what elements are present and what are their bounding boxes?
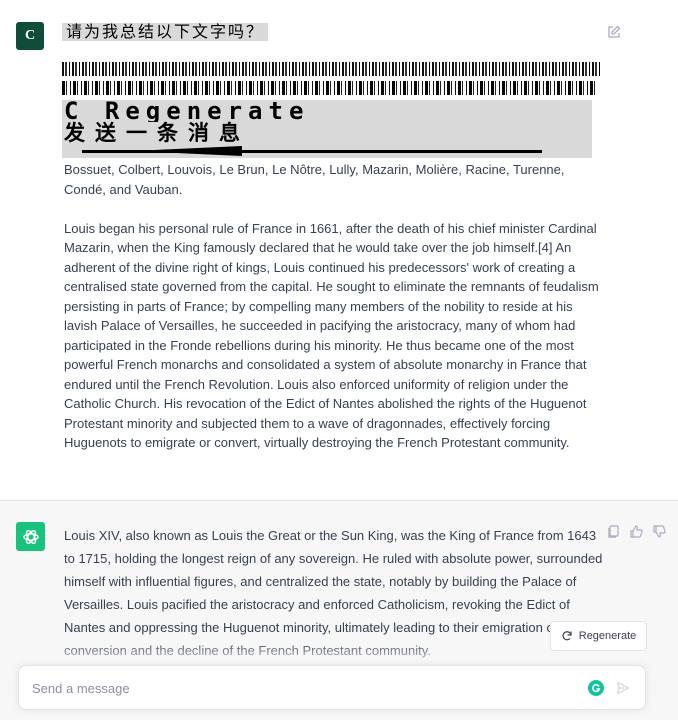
copy-icon[interactable] (606, 524, 621, 539)
send-icon[interactable] (616, 681, 630, 695)
thumbs-down-icon[interactable] (652, 524, 667, 539)
edit-icon[interactable] (606, 24, 622, 40)
user-message-body: Bossuet, Colbert, Louvois, Le Brun, Le N… (64, 160, 604, 472)
overlay-stripe (62, 144, 592, 158)
garbled-text-block: C Regenerate 发送一条消息 (62, 62, 600, 158)
overlay-send-text: 发送一条消息 (62, 122, 592, 144)
grammarly-icon[interactable] (588, 680, 604, 696)
garbled-line (62, 62, 600, 76)
message-input[interactable] (32, 678, 572, 698)
refresh-icon (562, 631, 572, 641)
assistant-avatar (16, 522, 45, 551)
regenerate-label: Regenerate (578, 630, 637, 642)
user-avatar-letter: C (24, 28, 36, 43)
overlay-regenerate-text: C Regenerate (62, 99, 592, 123)
user-avatar: C (16, 22, 44, 50)
assistant-message-body: Louis XIV, also known as Louis the Great… (64, 528, 603, 658)
garbled-line (62, 81, 598, 95)
user-paragraph: Louis began his personal rule of France … (64, 220, 599, 451)
openai-logo-icon (22, 529, 39, 544)
regenerate-button[interactable]: Regenerate (550, 621, 647, 651)
thumbs-up-icon[interactable] (629, 524, 644, 539)
message-actions (606, 524, 667, 539)
message-composer (18, 665, 646, 710)
user-paragraph: Bossuet, Colbert, Louvois, Le Brun, Le N… (64, 162, 565, 197)
user-message-title: 请为我总结以下文字吗？ (62, 23, 269, 41)
